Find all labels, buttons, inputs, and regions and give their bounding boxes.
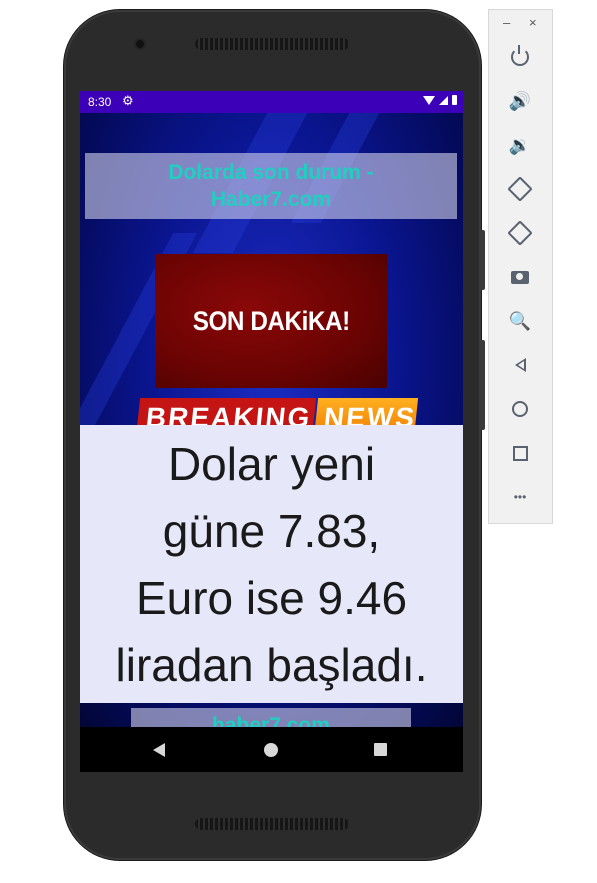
headline-title: Dolarda son durum - Haber7.com <box>85 153 457 219</box>
more-icon: ••• <box>513 490 527 504</box>
home-button[interactable] <box>505 394 535 424</box>
nav-home-icon[interactable] <box>264 743 278 757</box>
power-icon <box>511 45 529 66</box>
volume-down-icon: 🔉 <box>508 134 532 155</box>
main-text-line: Euro ise 9.46 <box>135 572 408 624</box>
zoom-button[interactable]: 🔍 <box>505 306 535 336</box>
zoom-icon: 🔍 <box>508 310 532 331</box>
rotate-right-icon <box>507 220 533 246</box>
side-volume-button[interactable] <box>479 340 485 430</box>
close-button[interactable]: × <box>529 15 537 30</box>
son-dakika-banner: SON DAKiKA! <box>155 254 387 388</box>
signal-icon <box>439 95 448 105</box>
rotate-right-button[interactable] <box>505 218 535 248</box>
side-power-button[interactable] <box>479 230 485 290</box>
status-icons <box>423 95 457 105</box>
screenshot-button[interactable] <box>505 262 535 292</box>
more-button[interactable]: ••• <box>505 482 535 512</box>
settings-gear-icon: ⚙ <box>122 93 134 108</box>
status-bar: 8:30 ⚙ <box>80 91 463 113</box>
power-button[interactable] <box>505 42 535 72</box>
main-news-text: Dolar yeni güne 7.83, Euro ise 9.46 lira… <box>80 425 463 703</box>
overview-button[interactable] <box>505 438 535 468</box>
top-speaker <box>195 38 349 50</box>
battery-icon <box>452 95 457 105</box>
volume-up-icon: 🔊 <box>508 90 532 111</box>
status-time: 8:30 <box>88 95 112 109</box>
emulator-toolbar: – × 🔊 🔉 🔍 ••• <box>489 10 552 523</box>
device-screen: 8:30 ⚙ Dolarda son durum - Haber7.com SO… <box>80 91 463 772</box>
volume-up-button[interactable]: 🔊 <box>505 86 535 116</box>
back-button[interactable] <box>505 350 535 380</box>
home-icon <box>512 401 528 417</box>
back-icon <box>514 358 526 372</box>
wifi-icon <box>423 95 435 105</box>
rotate-left-icon <box>507 176 533 202</box>
nav-recents-icon[interactable] <box>374 743 387 756</box>
volume-down-button[interactable]: 🔉 <box>505 130 535 160</box>
main-text-line: Dolar yeni <box>167 438 376 490</box>
minimize-button[interactable]: – <box>503 15 510 30</box>
bottom-speaker <box>195 818 349 830</box>
navigation-bar <box>80 727 463 772</box>
son-dakika-text: SON DAKiKA! <box>192 306 350 336</box>
main-text-line: güne 7.83, <box>162 505 381 557</box>
camera-icon <box>511 270 529 284</box>
nav-back-icon[interactable] <box>153 743 165 757</box>
overview-icon <box>512 445 528 461</box>
front-camera <box>136 40 144 48</box>
main-text-line: liradan başladı. <box>115 639 428 691</box>
app-background: Dolarda son durum - Haber7.com SON DAKiK… <box>80 113 463 744</box>
rotate-left-button[interactable] <box>505 174 535 204</box>
